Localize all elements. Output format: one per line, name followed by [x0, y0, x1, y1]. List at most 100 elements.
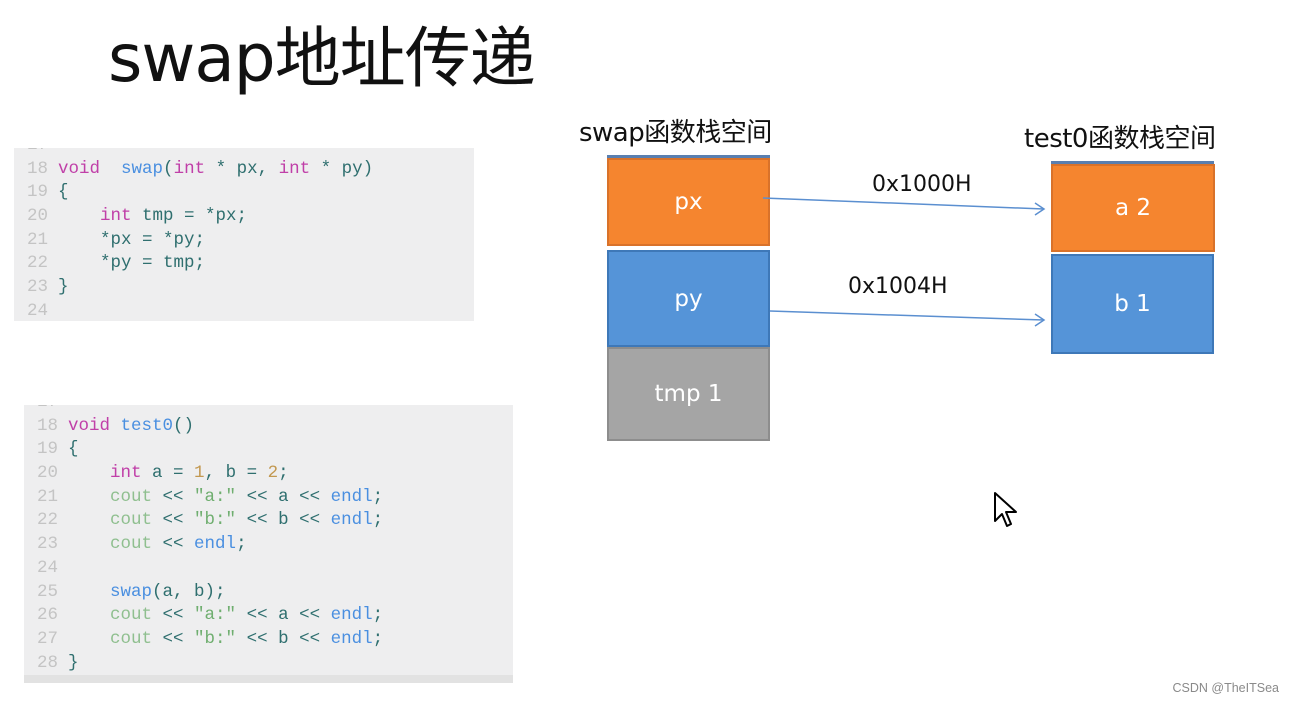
code-token: ;	[372, 628, 384, 649]
code-token: * py)	[310, 158, 374, 179]
code-token-kw: void	[58, 158, 101, 179]
code-token: <<	[152, 510, 195, 531]
code-token-str: "b:"	[194, 510, 237, 531]
code-token: ;	[372, 486, 384, 507]
arrow-py-to-b	[769, 310, 1046, 327]
swap-code-panel: 17 18void swap(int * px, int * py)19{20 …	[14, 148, 474, 321]
code-token-str: "a:"	[194, 605, 237, 626]
code-line: 20 int tmp = *px;	[14, 205, 474, 229]
code-token-fn: swap	[110, 581, 153, 602]
code-token-num: 1	[194, 463, 205, 484]
code-line: 18 void test0()	[24, 415, 513, 439]
code-token-fn: endl	[330, 486, 373, 507]
editor-bottom-strip	[24, 675, 513, 683]
test0-block-b: b 1	[1051, 254, 1214, 354]
code-token-io: cout	[110, 486, 153, 507]
code-token-str: "b:"	[194, 628, 237, 649]
test0-stack-title: test0函数栈空间	[1024, 124, 1216, 154]
code-token: *px = *py;	[58, 229, 206, 250]
code-token-kw: void	[68, 415, 111, 436]
line-number: 18	[26, 158, 48, 179]
code-token-fn: endl	[330, 605, 373, 626]
watermark: CSDN @TheITSea	[1172, 681, 1279, 695]
code-token-str: "a:"	[194, 486, 237, 507]
line-number: 18	[36, 415, 58, 436]
code-line: 23}	[14, 276, 474, 300]
address-label-py: 0x1004H	[848, 274, 948, 299]
code-line: 26 cout << "a:" << a << endl;	[24, 604, 513, 628]
code-line: 19 {	[24, 438, 513, 462]
code-token: {	[58, 182, 69, 203]
code-token: }	[68, 652, 79, 673]
code-token-fn: swap	[121, 158, 164, 179]
code-token: <<	[152, 486, 195, 507]
code-token-io: cout	[110, 534, 153, 555]
mouse-pointer-icon	[994, 492, 1017, 527]
code-token: (a, b);	[152, 581, 226, 602]
code-token: *py = tmp;	[58, 253, 206, 274]
address-label-px: 0x1000H	[872, 172, 972, 197]
line-number: 23	[26, 277, 48, 298]
line-number: 20	[26, 206, 48, 227]
line-number: 19	[26, 182, 48, 203]
code-token-io: cout	[110, 605, 153, 626]
code-line: 24	[14, 300, 474, 321]
code-token: <<	[152, 605, 195, 626]
code-token-kw: int	[173, 158, 206, 179]
code-token: << b <<	[236, 510, 331, 531]
code-token-fn: endl	[330, 510, 373, 531]
code-line: 25 swap(a, b);	[24, 581, 513, 605]
code-token: ;	[372, 510, 384, 531]
code-token: }	[58, 277, 69, 298]
line-number: 17	[14, 148, 58, 158]
code-line: 21 *px = *py;	[14, 229, 474, 253]
code-line-cut: 17	[24, 405, 513, 415]
line-number: 22	[26, 253, 48, 274]
test0-code-panel: 17 18 void test0() 19 {20 int a = 1, b = 2;…	[24, 405, 513, 683]
code-line: 28}	[24, 652, 513, 676]
code-token: ;	[278, 463, 289, 484]
code-line: 19 {	[14, 181, 474, 205]
code-token-num: 2	[267, 463, 279, 484]
swap-block-tmp: tmp 1	[607, 347, 770, 441]
code-token: , b =	[204, 463, 268, 484]
line-number: 25	[36, 581, 58, 602]
code-token: ;	[236, 534, 247, 555]
code-line: 21 cout << "a:" << a << endl;	[24, 486, 513, 510]
arrow-px-to-a	[762, 197, 1046, 216]
line-number: 23	[36, 534, 58, 555]
code-line: 18 void swap(int * px, int * py)	[14, 158, 474, 182]
line-number: 19	[36, 439, 58, 460]
code-token: * px,	[205, 158, 279, 179]
line-number: 27	[36, 628, 58, 649]
code-token-io: cout	[110, 628, 153, 649]
code-token: {	[68, 439, 79, 460]
line-number: 24	[36, 557, 58, 578]
code-line: 23 cout << endl;	[24, 533, 513, 557]
code-token: <<	[152, 534, 195, 555]
code-token: ;	[372, 605, 384, 626]
line-number: 21	[26, 229, 48, 250]
code-token-fn: test0	[120, 415, 174, 436]
code-line: 20 int a = 1, b = 2;	[24, 462, 513, 486]
slide-title: swap地址传递	[108, 20, 536, 97]
code-line: 22 cout << "b:" << b << endl;	[24, 509, 513, 533]
code-token-kw: int	[110, 463, 142, 484]
code-token: << a <<	[236, 486, 331, 507]
swap-code-lines: 18 void swap(int * px, int * py) 19{20 int…	[14, 158, 474, 321]
code-token-kw: int	[100, 206, 132, 227]
test0-block-a: a 2	[1051, 164, 1215, 252]
code-token-fn: endl	[330, 628, 373, 649]
swap-stack-title: swap函数栈空间	[579, 118, 772, 148]
swap-block-py: py	[607, 250, 770, 347]
code-token-io: cout	[110, 510, 153, 531]
code-line: 24	[24, 557, 513, 581]
